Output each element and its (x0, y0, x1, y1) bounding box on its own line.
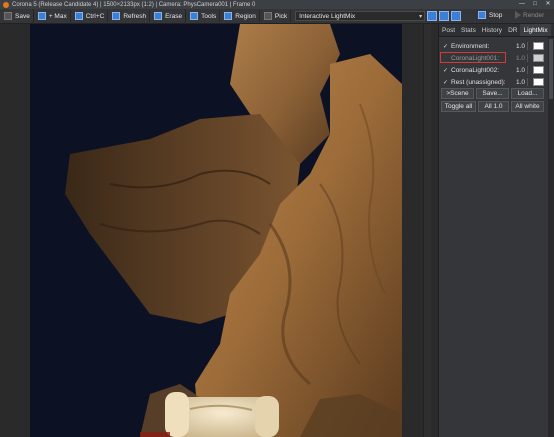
save-lightmix-button[interactable]: Save... (476, 88, 509, 99)
light-intensity-field[interactable]: 1.0 (511, 43, 525, 50)
refresh-icon (112, 12, 121, 20)
light-intensity-field[interactable]: 1.0 (511, 67, 525, 74)
zoom-fit-icon[interactable] (451, 11, 462, 21)
chevron-down-icon: ▾ (419, 14, 423, 20)
intensity-spinner[interactable] (527, 78, 531, 86)
stop-icon (478, 11, 486, 19)
lightmix-buttons-row1: >Scene Save... Load... (441, 88, 544, 99)
lightmix-panel: Post Stats History DR LightMix ✓ Environ… (438, 24, 554, 437)
load-lightmix-button[interactable]: Load... (511, 88, 544, 99)
toggle-all-button[interactable]: Toggle all (441, 101, 476, 112)
render-label: Render (523, 11, 545, 19)
tab-history[interactable]: History (479, 24, 505, 36)
play-icon (515, 11, 521, 19)
erase-icon (154, 12, 163, 20)
intensity-spinner[interactable] (527, 54, 531, 62)
light-enable-checkbox[interactable]: ✓ (443, 67, 449, 74)
copy-label: Ctrl+C (85, 12, 105, 20)
render-viewport[interactable] (0, 24, 431, 437)
tools-label: Tools (201, 12, 217, 20)
maximize-button[interactable]: □ (531, 1, 539, 8)
render-button[interactable]: Render (515, 11, 544, 19)
tab-dr[interactable]: DR (505, 24, 520, 36)
stop-button[interactable]: Stop (478, 11, 502, 19)
render-element-value: Interactive LightMix (299, 12, 356, 20)
copy-button[interactable]: Ctrl+C (73, 10, 109, 22)
light-color-swatch[interactable] (533, 78, 544, 86)
frame-buffer-toolbar: Save + Max Ctrl+C Refresh Erase Tools Re… (0, 9, 554, 24)
light-name: CoronaLight002: (451, 66, 500, 74)
light-color-swatch[interactable] (533, 54, 544, 62)
all-one-button[interactable]: All 1.0 (478, 101, 509, 112)
light-row-rest: ✓ Rest (unassigned): 1.0 (443, 77, 547, 87)
light-row-coronalight002: ✓ CoronaLight002: 1.0 (443, 65, 547, 75)
light-color-swatch[interactable] (533, 42, 544, 50)
all-white-button[interactable]: All white (511, 101, 544, 112)
window-controls: — □ ✕ (518, 0, 552, 9)
pick-label: Pick (274, 12, 288, 20)
tools-icon (190, 12, 199, 20)
tab-lightmix[interactable]: LightMix (520, 24, 551, 36)
pick-icon (263, 12, 272, 20)
intensity-spinner[interactable] (527, 66, 531, 74)
tools-button[interactable]: Tools (188, 10, 221, 22)
render-element-select[interactable]: Interactive LightMix ▾ (295, 11, 426, 21)
stop-label: Stop (489, 11, 503, 19)
title-bar: Corona 5 (Release Candidate 4) | 1500×21… (0, 0, 554, 9)
armchair-object (165, 392, 279, 437)
viewport-scrollbar[interactable] (423, 24, 431, 437)
rendered-rock-scene (30, 24, 402, 437)
tab-stats[interactable]: Stats (458, 24, 479, 36)
maximize-icon (37, 12, 46, 20)
minimize-button[interactable]: — (518, 1, 526, 8)
region-icon (224, 12, 233, 20)
copy-icon (74, 12, 83, 20)
selection-highlight (440, 52, 506, 63)
close-button[interactable]: ✕ (544, 1, 552, 8)
erase-label: Erase (165, 12, 183, 20)
lightmix-buttons-row2: Toggle all All 1.0 All white (441, 101, 544, 112)
rendered-image (30, 24, 402, 437)
light-name: Rest (unassigned): (451, 78, 506, 86)
light-intensity-field[interactable]: 1.0 (511, 79, 525, 86)
zoom-in-icon[interactable] (427, 11, 438, 21)
max-label: + Max (48, 12, 67, 20)
to-scene-button[interactable]: >Scene (441, 88, 474, 99)
light-enable-checkbox[interactable]: ✓ (443, 79, 449, 86)
panel-scrollbar[interactable] (548, 37, 554, 437)
light-name: Environment: (451, 42, 490, 50)
tab-post[interactable]: Post (439, 24, 458, 36)
pick-button[interactable]: Pick (262, 10, 292, 22)
light-row-environment: ✓ Environment: 1.0 (443, 41, 547, 51)
max-button[interactable]: + Max (36, 10, 71, 22)
refresh-button[interactable]: Refresh (110, 10, 151, 22)
erase-button[interactable]: Erase (152, 10, 187, 22)
intensity-spinner[interactable] (527, 42, 531, 50)
light-color-swatch[interactable] (533, 66, 544, 74)
corona-app-icon (3, 1, 9, 8)
light-intensity-field[interactable]: 1.0 (511, 55, 525, 62)
window-title: Corona 5 (Release Candidate 4) | 1500×21… (12, 1, 256, 8)
scrollbar-thumb[interactable] (549, 39, 553, 99)
save-label: Save (15, 12, 30, 20)
save-button[interactable]: Save (2, 10, 34, 22)
region-button[interactable]: Region (222, 10, 260, 22)
light-enable-checkbox[interactable]: ✓ (443, 43, 449, 50)
refresh-label: Refresh (123, 12, 147, 20)
zoom-out-icon[interactable] (439, 11, 450, 21)
panel-tabs: Post Stats History DR LightMix (439, 24, 554, 37)
region-label: Region (235, 12, 256, 20)
save-icon (4, 12, 12, 20)
